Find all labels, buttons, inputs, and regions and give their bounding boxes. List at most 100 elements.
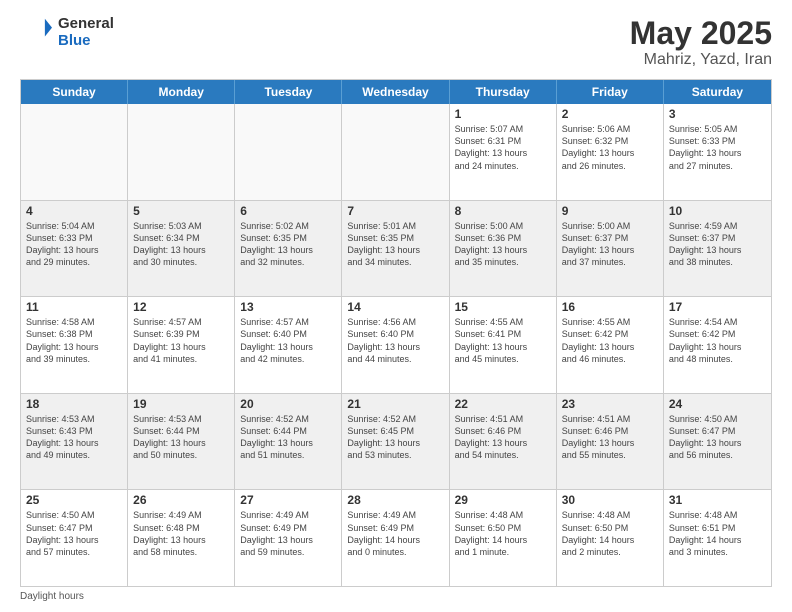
day-info-28: Sunrise: 4:49 AMSunset: 6:49 PMDaylight:… <box>347 509 443 558</box>
cal-cell-w5-d5: 29Sunrise: 4:48 AMSunset: 6:50 PMDayligh… <box>450 490 557 586</box>
day-info-19: Sunrise: 4:53 AMSunset: 6:44 PMDaylight:… <box>133 413 229 462</box>
day-info-21: Sunrise: 4:52 AMSunset: 6:45 PMDaylight:… <box>347 413 443 462</box>
day-number-24: 24 <box>669 397 766 411</box>
footer-note: Daylight hours <box>20 591 772 602</box>
cal-cell-w1-d5: 1Sunrise: 5:07 AMSunset: 6:31 PMDaylight… <box>450 104 557 200</box>
day-number-28: 28 <box>347 493 443 507</box>
cal-cell-w3-d5: 15 Sunrise: 4:55 AMSunset: 6:41 PMDayligh… <box>450 297 557 393</box>
day-info-3: Sunrise: 5:05 AMSunset: 6:33 PMDaylight:… <box>669 123 766 172</box>
day-number-8: 8 <box>455 204 551 218</box>
cal-cell-w2-d4: 7 Sunrise: 5:01 AMSunset: 6:35 PMDaylight… <box>342 201 449 297</box>
day-number-4: 4 <box>26 204 122 218</box>
day-number-27: 27 <box>240 493 336 507</box>
header-friday: Friday <box>557 80 664 104</box>
day-number-30: 30 <box>562 493 658 507</box>
day-info-17: Sunrise: 4:54 AMSunset: 6:42 PMDaylight:… <box>669 316 766 365</box>
cal-cell-w1-d2 <box>128 104 235 200</box>
header-monday: Monday <box>128 80 235 104</box>
title-block: May 2025 Mahriz, Yazd, Iran <box>630 16 772 69</box>
day-number-16: 16 <box>562 300 658 314</box>
cal-cell-w1-d7: 3Sunrise: 5:05 AMSunset: 6:33 PMDaylight… <box>664 104 771 200</box>
cal-cell-w4-d7: 24Sunrise: 4:50 AMSunset: 6:47 PMDayligh… <box>664 394 771 490</box>
day-info-11: Sunrise: 4:58 AMSunset: 6:38 PMDaylight:… <box>26 316 122 365</box>
calendar-location: Mahriz, Yazd, Iran <box>630 51 772 69</box>
calendar-body: 1Sunrise: 5:07 AMSunset: 6:31 PMDaylight… <box>21 104 771 586</box>
day-number-17: 17 <box>669 300 766 314</box>
cal-week-5: 25 Sunrise: 4:50 AMSunset: 6:47 PMDayligh… <box>21 490 771 586</box>
header-saturday: Saturday <box>664 80 771 104</box>
page: General Blue May 2025 Mahriz, Yazd, Iran… <box>0 0 792 612</box>
day-number-19: 19 <box>133 397 229 411</box>
day-number-26: 26 <box>133 493 229 507</box>
day-number-2: 2 <box>562 107 658 121</box>
day-number-31: 31 <box>669 493 766 507</box>
day-number-14: 14 <box>347 300 443 314</box>
cal-cell-w4-d5: 22Sunrise: 4:51 AMSunset: 6:46 PMDayligh… <box>450 394 557 490</box>
day-number-10: 10 <box>669 204 766 218</box>
day-number-11: 11 <box>26 300 122 314</box>
header-thursday: Thursday <box>450 80 557 104</box>
logo-general-text: General <box>58 16 114 33</box>
day-number-25: 25 <box>26 493 122 507</box>
cal-cell-w3-d7: 17 Sunrise: 4:54 AMSunset: 6:42 PMDayligh… <box>664 297 771 393</box>
cal-cell-w5-d6: 30 Sunrise: 4:48 AMSunset: 6:50 PMDayligh… <box>557 490 664 586</box>
day-info-12: Sunrise: 4:57 AMSunset: 6:39 PMDaylight:… <box>133 316 229 365</box>
day-info-10: Sunrise: 4:59 AMSunset: 6:37 PMDaylight:… <box>669 220 766 269</box>
logo: General Blue <box>20 16 114 49</box>
logo-icon <box>20 17 52 49</box>
cal-cell-w5-d1: 25 Sunrise: 4:50 AMSunset: 6:47 PMDayligh… <box>21 490 128 586</box>
day-info-4: Sunrise: 5:04 AMSunset: 6:33 PMDaylight:… <box>26 220 122 269</box>
day-info-29: Sunrise: 4:48 AMSunset: 6:50 PMDaylight:… <box>455 509 551 558</box>
calendar-header: Sunday Monday Tuesday Wednesday Thursday… <box>21 80 771 104</box>
day-number-15: 15 <box>455 300 551 314</box>
day-info-7: Sunrise: 5:01 AMSunset: 6:35 PMDaylight:… <box>347 220 443 269</box>
cal-cell-w1-d4 <box>342 104 449 200</box>
day-info-26: Sunrise: 4:49 AMSunset: 6:48 PMDaylight:… <box>133 509 229 558</box>
cal-cell-w1-d6: 2 Sunrise: 5:06 AMSunset: 6:32 PMDaylight… <box>557 104 664 200</box>
day-info-5: Sunrise: 5:03 AMSunset: 6:34 PMDaylight:… <box>133 220 229 269</box>
day-number-6: 6 <box>240 204 336 218</box>
cal-cell-w4-d1: 18Sunrise: 4:53 AMSunset: 6:43 PMDayligh… <box>21 394 128 490</box>
header: General Blue May 2025 Mahriz, Yazd, Iran <box>20 16 772 69</box>
header-sunday: Sunday <box>21 80 128 104</box>
day-number-23: 23 <box>562 397 658 411</box>
day-number-22: 22 <box>455 397 551 411</box>
cal-cell-w3-d3: 13Sunrise: 4:57 AMSunset: 6:40 PMDayligh… <box>235 297 342 393</box>
day-number-5: 5 <box>133 204 229 218</box>
cal-cell-w2-d2: 5 Sunrise: 5:03 AMSunset: 6:34 PMDaylight… <box>128 201 235 297</box>
cal-cell-w2-d5: 8 Sunrise: 5:00 AMSunset: 6:36 PMDaylight… <box>450 201 557 297</box>
day-info-6: Sunrise: 5:02 AMSunset: 6:35 PMDaylight:… <box>240 220 336 269</box>
cal-cell-w3-d2: 12Sunrise: 4:57 AMSunset: 6:39 PMDayligh… <box>128 297 235 393</box>
day-info-30: Sunrise: 4:48 AMSunset: 6:50 PMDaylight:… <box>562 509 658 558</box>
cal-cell-w3-d6: 16Sunrise: 4:55 AMSunset: 6:42 PMDayligh… <box>557 297 664 393</box>
cal-cell-w5-d3: 27Sunrise: 4:49 AMSunset: 6:49 PMDayligh… <box>235 490 342 586</box>
day-info-23: Sunrise: 4:51 AMSunset: 6:46 PMDaylight:… <box>562 413 658 462</box>
cal-week-4: 18Sunrise: 4:53 AMSunset: 6:43 PMDayligh… <box>21 394 771 491</box>
day-number-20: 20 <box>240 397 336 411</box>
cal-cell-w4-d3: 20 Sunrise: 4:52 AMSunset: 6:44 PMDayligh… <box>235 394 342 490</box>
cal-cell-w2-d6: 9 Sunrise: 5:00 AMSunset: 6:37 PMDaylight… <box>557 201 664 297</box>
day-info-2: Sunrise: 5:06 AMSunset: 6:32 PMDaylight:… <box>562 123 658 172</box>
day-number-13: 13 <box>240 300 336 314</box>
day-info-20: Sunrise: 4:52 AMSunset: 6:44 PMDaylight:… <box>240 413 336 462</box>
cal-cell-w3-d1: 11 Sunrise: 4:58 AMSunset: 6:38 PMDayligh… <box>21 297 128 393</box>
cal-cell-w4-d6: 23 Sunrise: 4:51 AMSunset: 6:46 PMDayligh… <box>557 394 664 490</box>
header-tuesday: Tuesday <box>235 80 342 104</box>
cal-week-2: 4 Sunrise: 5:04 AMSunset: 6:33 PMDaylight… <box>21 201 771 298</box>
day-number-21: 21 <box>347 397 443 411</box>
day-info-25: Sunrise: 4:50 AMSunset: 6:47 PMDaylight:… <box>26 509 122 558</box>
cal-cell-w2-d1: 4 Sunrise: 5:04 AMSunset: 6:33 PMDaylight… <box>21 201 128 297</box>
logo-blue-text: Blue <box>58 33 114 50</box>
cal-week-3: 11 Sunrise: 4:58 AMSunset: 6:38 PMDayligh… <box>21 297 771 394</box>
cal-cell-w5-d2: 26 Sunrise: 4:49 AMSunset: 6:48 PMDayligh… <box>128 490 235 586</box>
calendar: Sunday Monday Tuesday Wednesday Thursday… <box>20 79 772 587</box>
day-info-9: Sunrise: 5:00 AMSunset: 6:37 PMDaylight:… <box>562 220 658 269</box>
day-info-14: Sunrise: 4:56 AMSunset: 6:40 PMDaylight:… <box>347 316 443 365</box>
day-info-15: Sunrise: 4:55 AMSunset: 6:41 PMDaylight:… <box>455 316 551 365</box>
day-number-7: 7 <box>347 204 443 218</box>
header-wednesday: Wednesday <box>342 80 449 104</box>
day-info-8: Sunrise: 5:00 AMSunset: 6:36 PMDaylight:… <box>455 220 551 269</box>
cal-cell-w4-d2: 19 Sunrise: 4:53 AMSunset: 6:44 PMDayligh… <box>128 394 235 490</box>
day-number-9: 9 <box>562 204 658 218</box>
cal-cell-w5-d4: 28 Sunrise: 4:49 AMSunset: 6:49 PMDayligh… <box>342 490 449 586</box>
